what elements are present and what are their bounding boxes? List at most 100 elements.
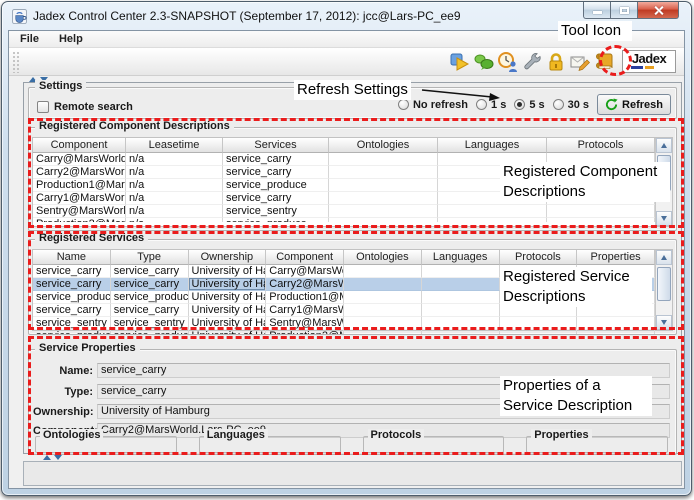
- menu-item-help[interactable]: Help: [56, 32, 86, 46]
- cell[interactable]: [422, 304, 500, 317]
- column-header[interactable]: Ontologies: [344, 250, 422, 265]
- refresh-option-1-s[interactable]: 1 s: [476, 99, 506, 111]
- cell[interactable]: service_sentry: [111, 317, 189, 330]
- cell[interactable]: n/a: [126, 166, 223, 179]
- column-header[interactable]: Leasetime: [126, 138, 223, 153]
- column-header[interactable]: Languages: [422, 250, 500, 265]
- cell[interactable]: University of Ha...: [189, 278, 267, 291]
- cell[interactable]: [438, 166, 547, 179]
- cell[interactable]: [329, 205, 438, 218]
- cell[interactable]: [500, 265, 578, 278]
- cell[interactable]: [577, 265, 655, 278]
- column-header[interactable]: Protocols: [547, 138, 655, 153]
- column-header[interactable]: Component: [266, 250, 344, 265]
- cell[interactable]: service_carry: [33, 278, 111, 291]
- cell[interactable]: Carry1@MarsWorld.La...: [33, 192, 126, 205]
- table-row[interactable]: service_produceservice_produceUniversity…: [33, 291, 655, 304]
- cell[interactable]: University of Ha...: [189, 317, 267, 330]
- cell[interactable]: [500, 317, 578, 330]
- scroll-thumb[interactable]: [657, 267, 671, 301]
- column-header[interactable]: Type: [111, 250, 189, 265]
- column-header[interactable]: Ownership: [189, 250, 267, 265]
- cell[interactable]: n/a: [126, 153, 223, 166]
- cell[interactable]: [547, 179, 655, 192]
- cell[interactable]: service_carry: [111, 304, 189, 317]
- cell[interactable]: University of Ha...: [189, 291, 267, 304]
- collapse-up-icon[interactable]: [43, 455, 51, 460]
- cell[interactable]: [329, 166, 438, 179]
- scroll-up-icon[interactable]: [656, 250, 672, 265]
- cell[interactable]: Sentry@MarsWorld.La...: [33, 205, 126, 218]
- column-header[interactable]: Services: [223, 138, 329, 153]
- cell[interactable]: Production1@MarsWo...: [33, 179, 126, 192]
- table-row[interactable]: Carry2@MarsWorld.La...n/aservice_carry: [33, 166, 655, 179]
- table-row[interactable]: Sentry@MarsWorld.La...n/aservice_sentry: [33, 205, 655, 218]
- cell[interactable]: [438, 153, 547, 166]
- cell[interactable]: Carry2@MarsW...: [266, 278, 344, 291]
- title-bar[interactable]: Jadex Control Center 2.3-SNAPSHOT (Septe…: [2, 2, 691, 30]
- cell[interactable]: [422, 291, 500, 304]
- starter-icon[interactable]: [449, 51, 471, 73]
- column-header[interactable]: Ontologies: [329, 138, 438, 153]
- df-book-icon[interactable]: [593, 51, 615, 73]
- cell[interactable]: service_produce: [111, 291, 189, 304]
- wrench-icon[interactable]: [521, 51, 543, 73]
- cell[interactable]: [344, 265, 422, 278]
- refresh-option-30-s[interactable]: 30 s: [553, 99, 589, 111]
- cell[interactable]: [438, 192, 547, 205]
- minimize-button[interactable]: [583, 2, 611, 19]
- scroll-down-icon[interactable]: [656, 211, 672, 226]
- cell[interactable]: service_carry: [111, 278, 189, 291]
- cell[interactable]: service_sentry: [33, 317, 111, 330]
- services-scrollbar[interactable]: [655, 250, 672, 330]
- cell[interactable]: University of Ha...: [189, 265, 267, 278]
- cell[interactable]: [422, 317, 500, 330]
- toolbar-grip[interactable]: [12, 51, 20, 73]
- cell[interactable]: [547, 153, 655, 166]
- cell[interactable]: [329, 179, 438, 192]
- radio-icon[interactable]: [476, 99, 487, 110]
- column-header[interactable]: Properties: [577, 250, 655, 265]
- cell[interactable]: service_carry: [223, 166, 329, 179]
- cell[interactable]: Sentry@MarsW...: [266, 317, 344, 330]
- cell[interactable]: [500, 278, 578, 291]
- cell[interactable]: [344, 317, 422, 330]
- conversations-icon[interactable]: [473, 51, 495, 73]
- split-divider-bottom[interactable]: [23, 454, 684, 460]
- table-row[interactable]: Carry@MarsWorld.Lar...n/aservice_carry: [33, 153, 655, 166]
- cell[interactable]: service_carry: [223, 153, 329, 166]
- cell[interactable]: [329, 153, 438, 166]
- property-field[interactable]: service_carry: [97, 384, 670, 399]
- components-scrollbar[interactable]: [655, 138, 672, 226]
- property-field[interactable]: service_carry: [97, 363, 670, 378]
- column-header[interactable]: Name: [33, 250, 111, 265]
- cell[interactable]: service_carry: [111, 265, 189, 278]
- cell[interactable]: [547, 166, 655, 179]
- scroll-thumb[interactable]: [657, 155, 671, 191]
- cell[interactable]: [500, 291, 578, 304]
- cell[interactable]: [438, 205, 547, 218]
- radio-icon[interactable]: [398, 99, 409, 110]
- table-row[interactable]: service_carryservice_carryUniversity of …: [33, 278, 655, 291]
- cell[interactable]: University of Ha...: [189, 304, 267, 317]
- remote-search-checkbox[interactable]: [37, 101, 49, 113]
- cell[interactable]: Carry@MarsWor...: [266, 265, 344, 278]
- lock-icon[interactable]: [545, 51, 567, 73]
- cell[interactable]: [547, 205, 655, 218]
- scroll-up-icon[interactable]: [656, 138, 672, 153]
- cell[interactable]: service_sentry: [223, 205, 329, 218]
- cell[interactable]: [500, 304, 578, 317]
- cell[interactable]: [577, 317, 655, 330]
- cell[interactable]: Carry2@MarsWorld.La...: [33, 166, 126, 179]
- cell[interactable]: [344, 291, 422, 304]
- maximize-button[interactable]: [611, 2, 638, 19]
- column-header[interactable]: Protocols: [500, 250, 578, 265]
- cell[interactable]: [422, 278, 500, 291]
- refresh-option-5-s[interactable]: 5 s: [514, 99, 544, 111]
- cell[interactable]: [329, 192, 438, 205]
- cell[interactable]: Carry1@MarsW...: [266, 304, 344, 317]
- cell[interactable]: [344, 278, 422, 291]
- clock-agent-icon[interactable]: [497, 51, 519, 73]
- table-row[interactable]: Carry1@MarsWorld.La...n/aservice_carry: [33, 192, 655, 205]
- scroll-down-icon[interactable]: [656, 315, 672, 330]
